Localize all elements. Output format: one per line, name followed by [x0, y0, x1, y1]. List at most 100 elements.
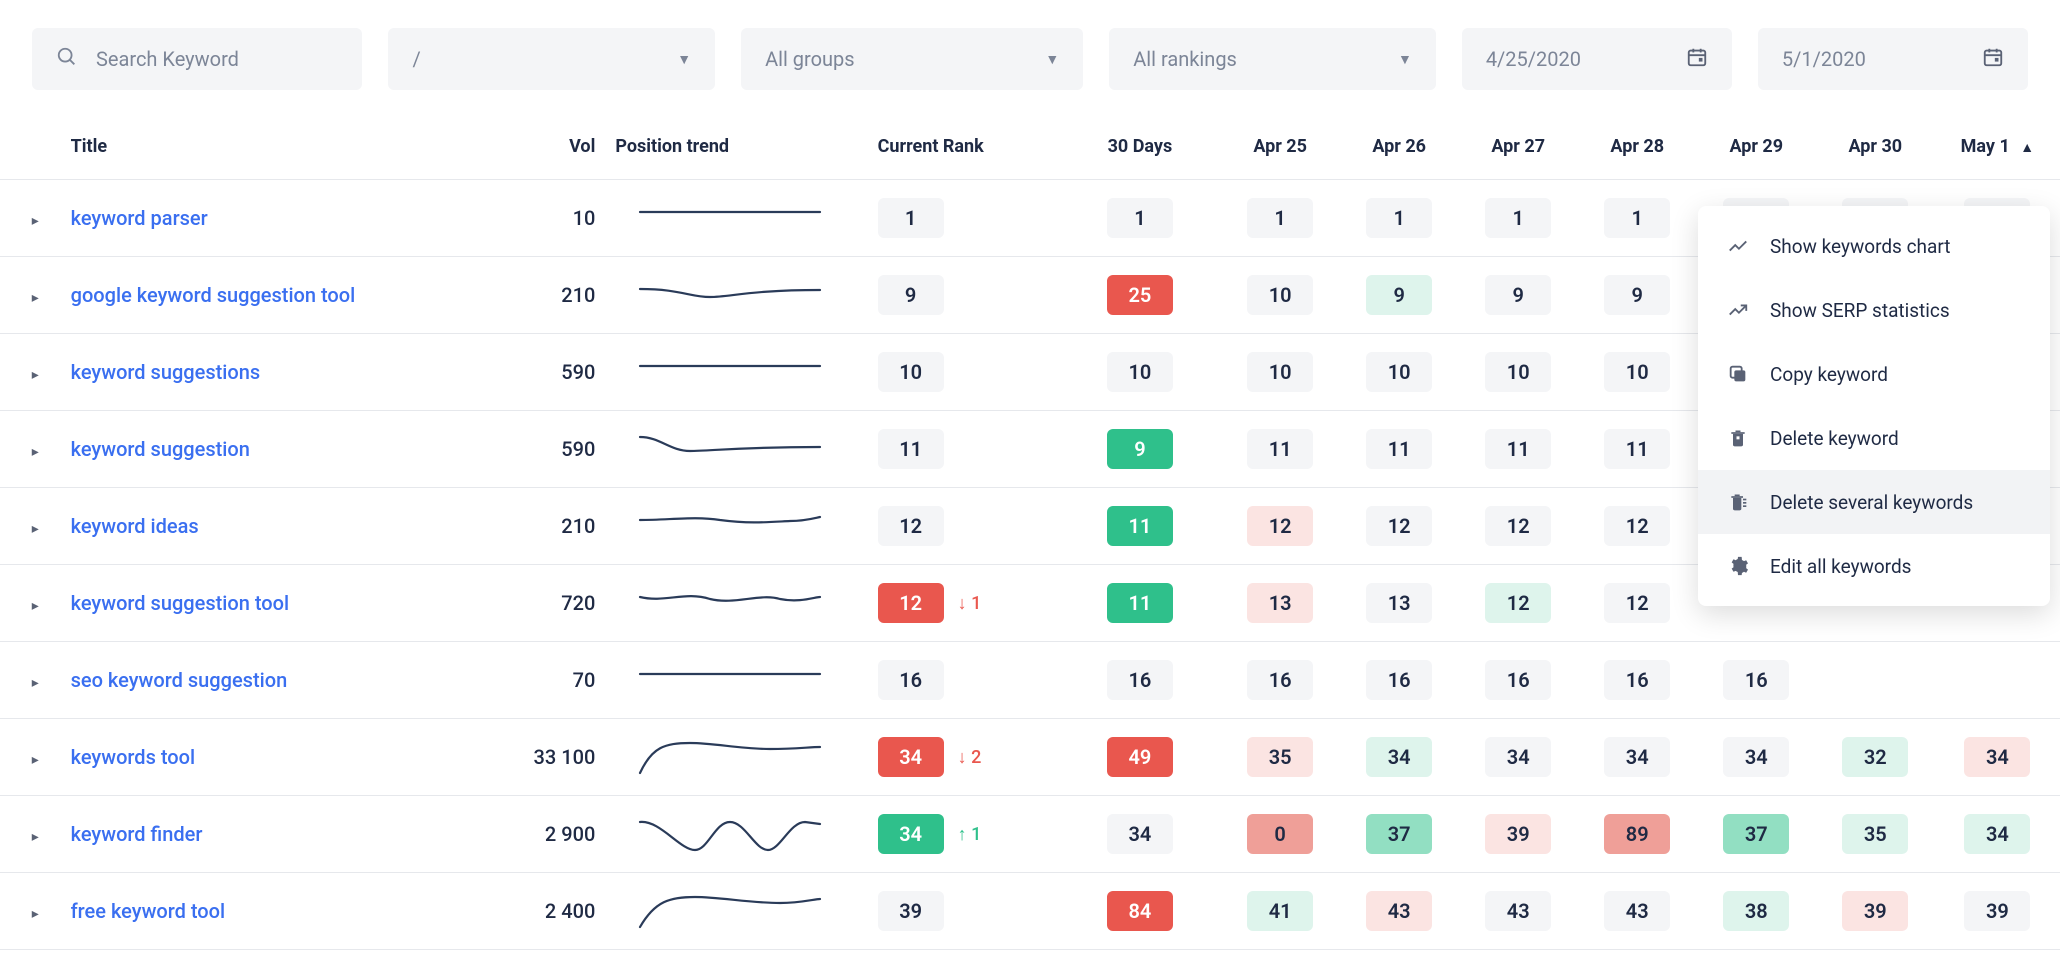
trend-sparkline [615, 180, 877, 257]
date-end-value: 5/1/2020 [1782, 47, 1866, 71]
rank-pill: 10 [878, 352, 944, 392]
expand-row-icon[interactable]: ▸ [32, 906, 39, 922]
rank-pill: 12 [1604, 506, 1670, 546]
rank-pill: 16 [1107, 660, 1173, 700]
groups-value: All groups [765, 47, 855, 71]
rank-pill: 9 [1107, 429, 1173, 469]
rank-pill: 34 [1964, 814, 2030, 854]
rank-pill: 12 [1485, 583, 1551, 623]
col-vol[interactable]: Vol [504, 118, 615, 180]
rank-pill: 1 [1247, 198, 1313, 238]
rank-pill: 13 [1247, 583, 1313, 623]
col-days30[interactable]: 30 Days [1059, 118, 1220, 180]
vol-value: 70 [573, 668, 596, 692]
rank-pill: 34 [1604, 737, 1670, 777]
rank-pill: 35 [1842, 814, 1908, 854]
keyword-link[interactable]: keyword parser [71, 206, 208, 230]
groups-select[interactable]: All groups ▼ [741, 28, 1083, 90]
chevron-down-icon: ▼ [1398, 51, 1412, 68]
rank-pill: 16 [1366, 660, 1432, 700]
search-keyword-input[interactable]: Search Keyword [32, 28, 362, 90]
menu-item-chart[interactable]: Show keywords chart [1698, 214, 2050, 278]
vol-value: 210 [561, 283, 595, 307]
delete-multi-icon [1726, 490, 1750, 514]
table-row: ▸ keyword finder 2 900 34↑ 1 34 03739893… [0, 796, 2060, 873]
expand-row-icon[interactable]: ▸ [32, 521, 39, 537]
expand-row-icon[interactable]: ▸ [32, 752, 39, 768]
menu-item-label: Edit all keywords [1770, 555, 1911, 578]
vol-value: 210 [561, 514, 595, 538]
rank-pill: 11 [1366, 429, 1432, 469]
col-current[interactable]: Current Rank [878, 118, 1060, 180]
keyword-link[interactable]: keyword finder [71, 822, 203, 846]
path-value: / [412, 47, 420, 71]
menu-item-label: Show keywords chart [1770, 235, 1950, 258]
col-date-3[interactable]: Apr 28 [1578, 118, 1697, 180]
keyword-link[interactable]: keyword suggestion [71, 437, 250, 461]
rank-pill: 16 [1604, 660, 1670, 700]
table-row: ▸ keywords tool 33 100 34↓ 2 49 35343434… [0, 719, 2060, 796]
menu-item-label: Delete keyword [1770, 427, 1899, 450]
gear-icon [1726, 554, 1750, 578]
rank-pill: 9 [1604, 275, 1670, 315]
date-start-input[interactable]: 4/25/2020 [1462, 28, 1732, 90]
rank-pill: 25 [1107, 275, 1173, 315]
rankings-value: All rankings [1133, 47, 1237, 71]
rank-delta: ↓ 1 [958, 593, 982, 614]
expand-row-icon[interactable]: ▸ [32, 367, 39, 383]
keyword-link[interactable]: free keyword tool [71, 899, 226, 923]
rank-pill: 37 [1723, 814, 1789, 854]
sort-asc-icon: ▲ [2020, 140, 2034, 156]
rankings-select[interactable]: All rankings ▼ [1109, 28, 1436, 90]
date-start-value: 4/25/2020 [1486, 47, 1581, 71]
delete-icon [1726, 426, 1750, 450]
rank-pill: 16 [1485, 660, 1551, 700]
menu-item-trend[interactable]: Show SERP statistics [1698, 278, 2050, 342]
chart-icon [1726, 234, 1750, 258]
col-date-0[interactable]: Apr 25 [1221, 118, 1340, 180]
rank-pill: 10 [1604, 352, 1670, 392]
menu-item-label: Copy keyword [1770, 363, 1888, 386]
rank-pill: 10 [1247, 275, 1313, 315]
col-date-4[interactable]: Apr 29 [1697, 118, 1816, 180]
col-title[interactable]: Title [71, 118, 505, 180]
rank-pill: 12 [878, 583, 944, 623]
keyword-link[interactable]: keyword suggestion tool [71, 591, 289, 615]
expand-row-icon[interactable]: ▸ [32, 829, 39, 845]
keyword-link[interactable]: keyword ideas [71, 514, 199, 538]
expand-row-icon[interactable]: ▸ [32, 444, 39, 460]
col-date-6-label: May 1 [1961, 136, 2010, 157]
date-end-input[interactable]: 5/1/2020 [1758, 28, 2028, 90]
rank-pill: 12 [1604, 583, 1670, 623]
vol-value: 590 [561, 437, 595, 461]
rank-pill: 34 [1107, 814, 1173, 854]
menu-item-copy[interactable]: Copy keyword [1698, 342, 2050, 406]
chevron-down-icon: ▼ [677, 51, 691, 68]
expand-row-icon[interactable]: ▸ [32, 213, 39, 229]
rank-table-wrap: Title Vol Position trend Current Rank 30… [0, 118, 2060, 950]
keyword-link[interactable]: seo keyword suggestion [71, 668, 288, 692]
col-date-5[interactable]: Apr 30 [1816, 118, 1935, 180]
menu-item-delete-multi[interactable]: Delete several keywords [1698, 470, 2050, 534]
trend-sparkline [615, 796, 877, 873]
trend-sparkline [615, 642, 877, 719]
rank-pill: 11 [1107, 506, 1173, 546]
rank-pill: 11 [878, 429, 944, 469]
menu-item-gear[interactable]: Edit all keywords [1698, 534, 2050, 598]
vol-value: 720 [561, 591, 595, 615]
keyword-link[interactable]: keywords tool [71, 745, 195, 769]
col-trend[interactable]: Position trend [615, 118, 877, 180]
keyword-link[interactable]: keyword suggestions [71, 360, 261, 384]
rank-pill: 39 [1842, 891, 1908, 931]
col-date-1[interactable]: Apr 26 [1340, 118, 1459, 180]
path-select[interactable]: / ▼ [388, 28, 715, 90]
rank-pill: 43 [1604, 891, 1670, 931]
expand-row-icon[interactable]: ▸ [32, 598, 39, 614]
keyword-link[interactable]: google keyword suggestion tool [71, 283, 356, 307]
expand-row-icon[interactable]: ▸ [32, 290, 39, 306]
col-date-6[interactable]: May 1 ▲ [1935, 118, 2060, 180]
menu-item-delete[interactable]: Delete keyword [1698, 406, 2050, 470]
expand-row-icon[interactable]: ▸ [32, 675, 39, 691]
calendar-icon [1982, 46, 2004, 73]
col-date-2[interactable]: Apr 27 [1459, 118, 1578, 180]
